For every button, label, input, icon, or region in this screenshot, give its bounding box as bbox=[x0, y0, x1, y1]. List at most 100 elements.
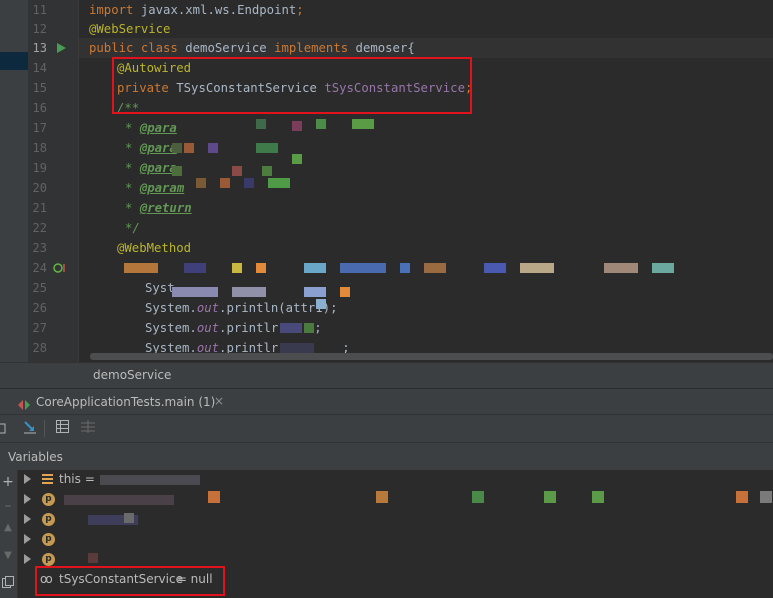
line-number: 23 bbox=[32, 241, 47, 255]
line-number: 20 bbox=[32, 181, 47, 195]
code-line-22: */ bbox=[125, 218, 140, 238]
line-number-current: 13 bbox=[32, 41, 47, 55]
static-field: out bbox=[196, 301, 220, 315]
threads-icon[interactable] bbox=[80, 420, 96, 436]
line-gutter: 11 12 13 14 15 16 17 18 19 20 21 22 23 2… bbox=[28, 0, 78, 362]
comment-star: * bbox=[125, 121, 140, 135]
code-line-23: @WebMethod bbox=[117, 238, 191, 258]
javadoc-tag: @return bbox=[139, 201, 192, 215]
expand-arrow-icon[interactable] bbox=[24, 474, 31, 484]
javadoc-tag: @param bbox=[139, 181, 185, 195]
comment: */ bbox=[125, 221, 140, 235]
project-panel-strip bbox=[0, 0, 28, 362]
breadcrumb-item[interactable]: demoService bbox=[93, 368, 171, 382]
variable-equals: = bbox=[81, 472, 95, 486]
comment-star: * bbox=[125, 181, 140, 195]
code-text: System. bbox=[145, 301, 197, 315]
project-selection bbox=[0, 52, 28, 70]
expand-arrow-icon[interactable] bbox=[24, 494, 31, 504]
static-field: out bbox=[196, 321, 220, 335]
code-line-19: * @para bbox=[125, 158, 177, 178]
code-line-18: * @para bbox=[125, 138, 177, 158]
code-line-20: * @param bbox=[125, 178, 184, 198]
move-up-icon[interactable]: ▲ bbox=[0, 522, 16, 533]
code-text: System. bbox=[145, 321, 197, 335]
line-number: 12 bbox=[32, 22, 47, 36]
move-down-icon[interactable]: ▼ bbox=[0, 550, 16, 561]
step-into-icon[interactable] bbox=[22, 420, 38, 436]
code-text: .printlr bbox=[219, 321, 279, 335]
variables-side-toolbar: + – ▲ ▼ bbox=[0, 470, 18, 598]
debug-session-tab[interactable]: CoreApplicationTests.main (1) bbox=[36, 395, 215, 409]
line-number: 22 bbox=[32, 221, 47, 235]
line-number: 18 bbox=[32, 141, 47, 155]
toolbar-separator bbox=[44, 420, 45, 437]
highlight-box-watch bbox=[35, 566, 225, 596]
line-number: 16 bbox=[32, 101, 47, 115]
variable-name: this bbox=[59, 472, 81, 486]
variable-row[interactable]: p bbox=[18, 530, 773, 550]
line-number: 21 bbox=[32, 201, 47, 215]
expand-arrow-icon[interactable] bbox=[24, 554, 31, 564]
override-gutter-icon[interactable] bbox=[53, 258, 67, 282]
comment-star: * bbox=[125, 141, 140, 155]
line-number: 24 bbox=[32, 261, 47, 275]
parameter-badge: p bbox=[42, 493, 55, 506]
keyword: implements bbox=[274, 41, 349, 55]
debug-toolbar bbox=[0, 414, 773, 443]
line-number: 28 bbox=[32, 341, 47, 355]
javadoc-tag: @para bbox=[139, 141, 177, 155]
javadoc-tag: @para bbox=[139, 161, 177, 175]
code-line-12: @WebService bbox=[89, 19, 170, 39]
restore-layout-icon[interactable] bbox=[0, 420, 10, 436]
javadoc-tag: @para bbox=[139, 121, 177, 135]
line-number: 19 bbox=[32, 161, 47, 175]
code-text: Syst bbox=[145, 281, 175, 295]
comment-star: * bbox=[125, 201, 140, 215]
debug-tab-icon bbox=[18, 396, 30, 415]
keyword: public class bbox=[89, 41, 178, 55]
object-stack-icon bbox=[42, 474, 53, 485]
highlight-box-field bbox=[112, 57, 472, 114]
line-number: 11 bbox=[32, 3, 47, 17]
code-text: .println(attr1); bbox=[219, 301, 338, 315]
interface-name: demoser{ bbox=[348, 41, 415, 55]
variables-title: Variables bbox=[8, 450, 63, 464]
code-line-21: * @return bbox=[125, 198, 192, 218]
parameter-badge: p bbox=[42, 533, 55, 546]
class-name: demoService bbox=[177, 41, 275, 55]
code-line-13: public class demoService implements demo… bbox=[89, 38, 415, 58]
line-number: 17 bbox=[32, 121, 47, 135]
run-gutter-icon[interactable] bbox=[57, 38, 66, 61]
expand-arrow-icon[interactable] bbox=[24, 534, 31, 544]
code-text: ; bbox=[314, 321, 322, 335]
code-line-27: System.out.printlr; bbox=[145, 318, 322, 338]
add-watch-icon[interactable]: + bbox=[0, 474, 16, 490]
breadcrumb: demoService bbox=[0, 362, 773, 389]
expand-arrow-icon[interactable] bbox=[24, 514, 31, 524]
code-line-11: import javax.xml.ws.Endpoint; bbox=[89, 0, 304, 20]
line-number: 25 bbox=[32, 281, 47, 295]
horizontal-scrollbar[interactable] bbox=[90, 353, 773, 360]
line-number: 27 bbox=[32, 321, 47, 335]
parameter-badge: p bbox=[42, 553, 55, 566]
table-view-icon[interactable] bbox=[54, 420, 70, 436]
line-number: 14 bbox=[32, 61, 47, 75]
copy-icon[interactable] bbox=[0, 576, 16, 593]
code-line-17: * @para bbox=[125, 118, 177, 138]
variable-row-this[interactable]: this = bbox=[18, 470, 773, 490]
code-line-25: Syst bbox=[145, 278, 175, 298]
parameter-badge: p bbox=[42, 513, 55, 526]
variables-header: Variables bbox=[0, 442, 773, 472]
import-path: javax.xml.ws.Endpoint bbox=[133, 3, 297, 17]
debug-tab-bar: CoreApplicationTests.main (1) × bbox=[0, 388, 773, 415]
keyword: import bbox=[89, 3, 134, 17]
annotation: @WebMethod bbox=[117, 241, 192, 255]
variable-row[interactable]: p bbox=[18, 510, 773, 530]
comment-star: * bbox=[125, 161, 140, 175]
close-icon[interactable]: × bbox=[214, 394, 224, 408]
remove-watch-icon[interactable]: – bbox=[0, 498, 16, 514]
line-number: 15 bbox=[32, 81, 47, 95]
semicolon: ; bbox=[296, 3, 304, 17]
variable-row[interactable]: p bbox=[18, 490, 773, 510]
